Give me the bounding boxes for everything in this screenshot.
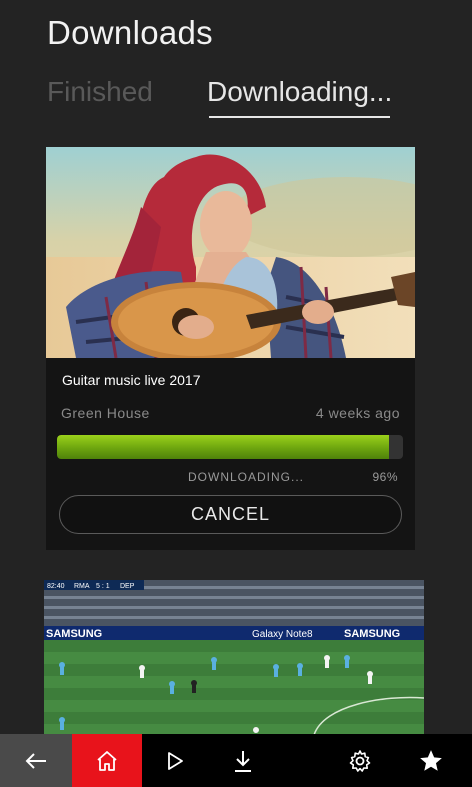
video-thumbnail-soccer[interactable]: 82:40 RMA 5 : 1 DEP SAMSUNG Galaxy Note8… bbox=[44, 580, 424, 735]
downloads-button[interactable] bbox=[208, 734, 278, 787]
download-progress-bar bbox=[57, 435, 403, 459]
star-icon bbox=[420, 749, 442, 771]
banner-text: Galaxy Note8 bbox=[252, 629, 313, 640]
back-button[interactable] bbox=[0, 734, 72, 787]
home-icon bbox=[97, 750, 117, 771]
gear-icon bbox=[349, 749, 371, 772]
tab-downloading[interactable]: Downloading... bbox=[207, 76, 392, 108]
item-author: Green House bbox=[61, 405, 150, 421]
scoreboard-score: 5 : 1 bbox=[96, 583, 110, 590]
play-button[interactable] bbox=[142, 734, 208, 787]
bottom-navigation bbox=[0, 734, 472, 787]
active-tab-indicator bbox=[209, 116, 390, 118]
download-icon bbox=[235, 750, 251, 772]
download-status: DOWNLOADING... bbox=[188, 470, 305, 484]
download-card[interactable]: Guitar music live 2017 Green House 4 wee… bbox=[46, 147, 415, 550]
favorites-button[interactable] bbox=[396, 734, 466, 787]
scoreboard-away: DEP bbox=[120, 583, 135, 590]
download-progress-fill bbox=[57, 435, 390, 459]
video-thumbnail[interactable] bbox=[46, 147, 415, 358]
home-button[interactable] bbox=[72, 734, 142, 787]
download-percent: 96% bbox=[372, 470, 398, 484]
item-date: 4 weeks ago bbox=[315, 405, 400, 421]
banner-text: SAMSUNG bbox=[344, 628, 400, 640]
page-title: Downloads bbox=[47, 14, 213, 51]
play-icon bbox=[168, 751, 183, 770]
back-icon bbox=[25, 752, 46, 769]
tab-finished[interactable]: Finished bbox=[47, 76, 153, 108]
banner-text: SAMSUNG bbox=[46, 628, 102, 640]
cancel-button[interactable]: CANCEL bbox=[59, 495, 402, 534]
item-title: Guitar music live 2017 bbox=[62, 372, 201, 388]
settings-button[interactable] bbox=[325, 734, 395, 787]
scoreboard-home: RMA bbox=[74, 583, 90, 590]
scoreboard-time: 82:40 bbox=[47, 583, 65, 590]
